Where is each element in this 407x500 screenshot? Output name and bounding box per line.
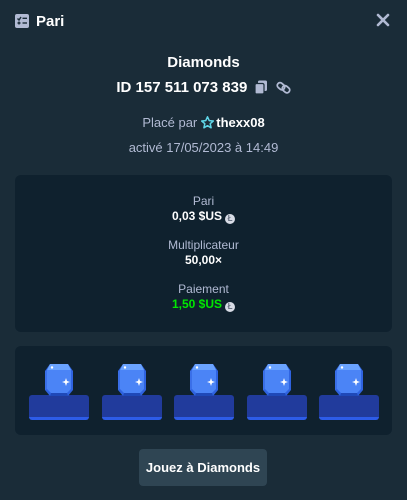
litecoin-icon: Ł — [225, 302, 236, 312]
bet-amount-label: Pari — [192, 194, 215, 208]
gem-tile — [319, 346, 379, 435]
blue-diamond-icon — [117, 364, 146, 396]
tile-base — [246, 395, 307, 420]
payout-value: 1,50 $US — [171, 297, 223, 311]
multiplier-label: Multiplicateur — [168, 238, 239, 252]
blue-diamond-icon — [190, 364, 218, 396]
modal-title: Pari — [36, 13, 65, 30]
username-link[interactable]: thexx08 — [216, 115, 264, 130]
play-diamonds-button[interactable]: Jouez à Diamonds — [139, 449, 267, 486]
copy-icon[interactable] — [254, 80, 268, 95]
bet-slip-icon — [15, 14, 29, 28]
tile-base — [319, 395, 379, 420]
payout-row: 1,50 $US Ł — [15, 297, 392, 312]
vip-star-icon — [201, 116, 215, 129]
gem-tile — [174, 346, 234, 435]
diamonds-board — [15, 346, 392, 435]
tile-base — [29, 395, 89, 420]
placed-by-label: Placé par — [142, 115, 198, 130]
bet-timestamp: activé 17/05/2023 à 14:49 — [128, 140, 279, 155]
blue-diamond-icon — [335, 364, 363, 396]
bet-amount-value: 0,03 $US — [171, 209, 223, 223]
multiplier-value: 50,00× — [184, 253, 223, 267]
gem-tile — [101, 346, 162, 435]
bet-amount-row: 0,03 $US Ł — [15, 209, 392, 224]
blue-diamond-icon — [262, 364, 291, 396]
payout-label: Paiement — [178, 282, 229, 296]
game-name: Diamonds — [167, 54, 240, 71]
tile-base — [174, 395, 234, 420]
bet-id-row: ID 157 511 073 839 — [0, 79, 407, 96]
tile-base — [101, 395, 162, 420]
close-icon[interactable] — [375, 12, 391, 28]
bet-id: ID 157 511 073 839 — [116, 79, 248, 96]
litecoin-icon: Ł — [225, 214, 236, 224]
bet-stats-panel: Pari 0,03 $US Ł Multiplicateur 50,00× Pai… — [15, 175, 392, 332]
blue-diamond-icon — [45, 364, 73, 396]
modal-header: Pari — [0, 0, 407, 44]
gem-tile — [246, 346, 307, 435]
gem-tile — [29, 346, 89, 435]
link-icon[interactable] — [276, 80, 291, 95]
placed-by: Placé par thexx08 — [0, 115, 407, 130]
